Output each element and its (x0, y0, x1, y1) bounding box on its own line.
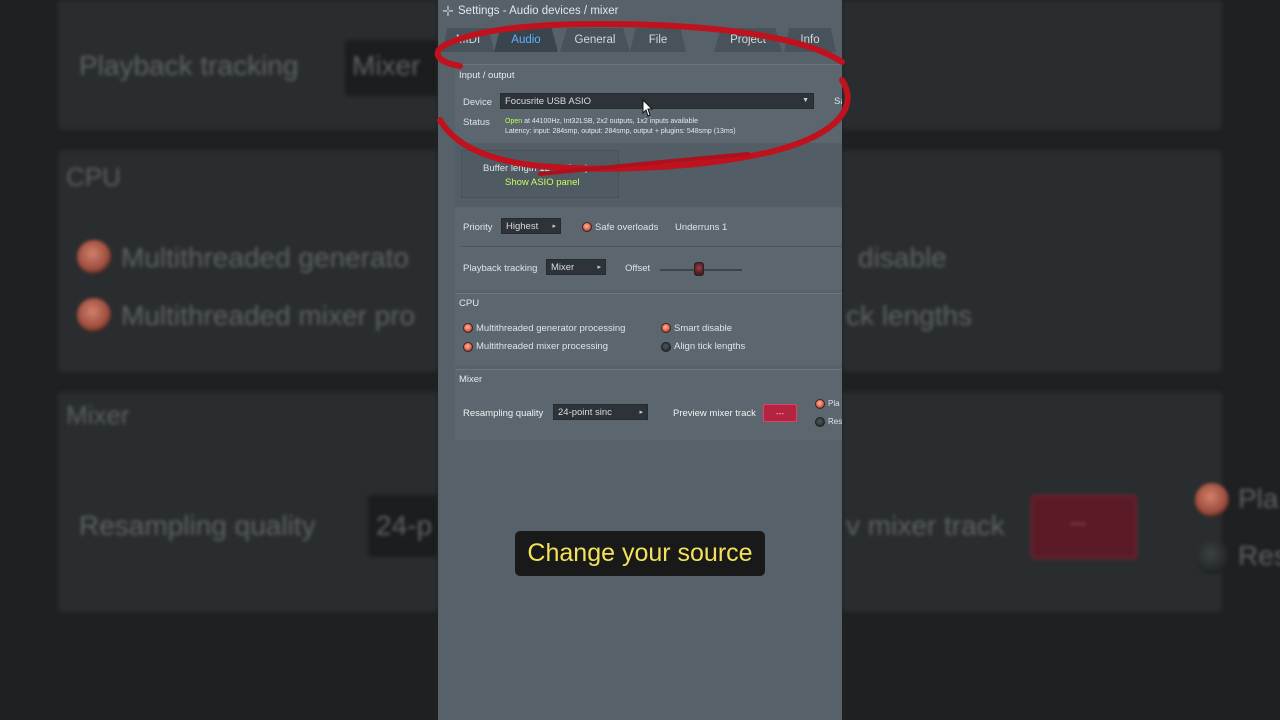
window-title: Settings - Audio devices / mixer (458, 5, 619, 17)
tab-audio-label: Audio (511, 34, 541, 46)
offset-label: Offset (625, 263, 651, 274)
device-value: Focusrite USB ASIO (505, 95, 592, 107)
settings-tabs: MIDI Audio General File Project Info (438, 26, 842, 52)
playback-tracking-value: Mixer (551, 261, 575, 273)
sample-rate-label: Sa (834, 96, 842, 107)
priority-dropdown[interactable]: Highest ▸ (501, 218, 561, 234)
status-open: Open (505, 118, 523, 125)
buffer-length-tail: (3ms) (563, 163, 589, 174)
status-details: at 44100Hz, Int32LSB, 2x2 outputs, 1x2 i… (522, 118, 699, 125)
align-tick-lengths-label: Align tick lengths (674, 341, 746, 352)
multithreaded-generator-radio[interactable] (463, 323, 473, 333)
cpu-heading: CPU (459, 298, 480, 309)
offset-slider-knob[interactable] (694, 262, 704, 276)
bg-tick-lengths: ck lengths (846, 300, 973, 331)
mixer-section: Mixer Resampling quality 24-point sinc ▸… (455, 369, 842, 440)
mixer-heading: Mixer (459, 374, 483, 385)
play-option-radio[interactable] (815, 399, 825, 409)
tab-general[interactable]: General (560, 28, 630, 52)
smart-disable-radio[interactable] (661, 323, 671, 333)
mouse-cursor-icon (642, 99, 654, 117)
bg-res: Res (1238, 540, 1280, 571)
bg-radio-mixer (77, 298, 111, 332)
res-option-radio[interactable] (815, 417, 825, 427)
status-line-2: Latency: input: 284smp, output: 284smp, … (505, 128, 736, 135)
play-option-label: Pla (828, 399, 840, 408)
buffer-length-label: Buffer length 12 (3ms) (483, 163, 588, 174)
priority-arrow-icon: ▸ (552, 223, 556, 230)
bg-cpu-heading: CPU (66, 162, 121, 192)
window-menu-icon[interactable]: ✛ (442, 3, 454, 20)
bg-radio-res (1195, 540, 1229, 574)
align-tick-lengths-radio[interactable] (661, 342, 671, 352)
divider (461, 246, 842, 247)
device-label: Device (463, 97, 493, 108)
bg-panel-io-right (842, 0, 1222, 130)
preview-mixer-track-label: Preview mixer track (673, 408, 756, 419)
playback-tracking-label: Playback tracking (463, 263, 538, 274)
bg-resampling-value: 24-p (376, 510, 433, 541)
bg-radio-play (1195, 483, 1229, 517)
bg-playback-tracking: Playback tracking (79, 50, 299, 81)
device-dropdown[interactable]: Focusrite USB ASIO ▼ (500, 93, 814, 109)
resampling-quality-dropdown[interactable]: 24-point sinc ▸ (553, 404, 648, 420)
tab-info[interactable]: Info (784, 28, 836, 52)
bg-disable: disable (858, 242, 947, 273)
tab-project-label: Project (730, 34, 766, 46)
multithreaded-mixer-radio[interactable] (463, 342, 473, 352)
title-bar: ✛ Settings - Audio devices / mixer (438, 0, 842, 22)
show-asio-panel-link[interactable]: Show ASIO panel (505, 177, 579, 188)
tab-midi[interactable]: MIDI (442, 28, 494, 52)
resampling-arrow-icon: ▸ (639, 409, 643, 416)
priority-value: Highest (506, 220, 539, 232)
bg-multithreaded-mixer: Multithreaded mixer pro (121, 300, 416, 331)
cpu-section: CPU Multithreaded generator processing M… (455, 293, 842, 365)
video-caption: Change your source (515, 531, 765, 576)
resampling-quality-value: 24-point sinc (558, 406, 612, 418)
multithreaded-mixer-label: Multithreaded mixer processing (476, 341, 609, 352)
bg-resampling-quality: Resampling quality (79, 510, 316, 541)
tab-midi-label: MIDI (455, 34, 481, 46)
playback-arrow-icon: ▸ (597, 264, 601, 271)
bg-preview-value: --- (1070, 515, 1086, 532)
bg-preview-mixer-track: v mixer track (846, 510, 1005, 541)
empty-window-area (438, 440, 842, 720)
bg-radio-generator (77, 240, 111, 274)
video-frame: Playback tracking Mixer CPU Multithreade… (0, 0, 1280, 720)
bg-mixer-value: Mixer (352, 50, 421, 81)
bg-mixer-heading: Mixer (66, 400, 130, 430)
multithreaded-generator-label: Multithreaded generator processing (476, 323, 626, 334)
dropdown-arrow-icon: ▼ (802, 97, 809, 104)
buffer-length-text: Buffer length 12 (483, 163, 550, 174)
tab-file-label: File (648, 34, 668, 46)
input-output-section: Input / output Device Focusrite USB ASIO… (455, 64, 842, 290)
tab-file[interactable]: File (630, 28, 686, 52)
status-line-1: Open at 44100Hz, Int32LSB, 2x2 outputs, … (505, 118, 698, 125)
status-label: Status (463, 117, 490, 128)
tab-general-label: General (574, 34, 616, 46)
resampling-quality-label: Resampling quality (463, 408, 544, 419)
safe-overloads-label: Safe overloads (595, 222, 659, 233)
res-option-label: Res (828, 417, 842, 426)
input-output-heading: Input / output (459, 70, 515, 81)
tab-project[interactable]: Project (714, 28, 782, 52)
bg-multithreaded-generator: Multithreaded generato (121, 242, 409, 273)
playback-tracking-dropdown[interactable]: Mixer ▸ (546, 259, 606, 275)
preview-mixer-track-button[interactable]: --- (763, 404, 797, 422)
smart-disable-label: Smart disable (674, 323, 733, 334)
safe-overloads-radio[interactable] (582, 222, 592, 232)
bg-play: Pla (1238, 483, 1279, 514)
tab-info-label: Info (800, 34, 820, 46)
audio-settings-content: Input / output Device Focusrite USB ASIO… (455, 64, 842, 440)
tab-audio[interactable]: Audio (494, 28, 558, 52)
asio-box: Buffer length 12 (3ms) Show ASIO panel (461, 150, 619, 198)
underruns-label: Underruns 1 (675, 222, 728, 233)
priority-label: Priority (463, 222, 493, 233)
